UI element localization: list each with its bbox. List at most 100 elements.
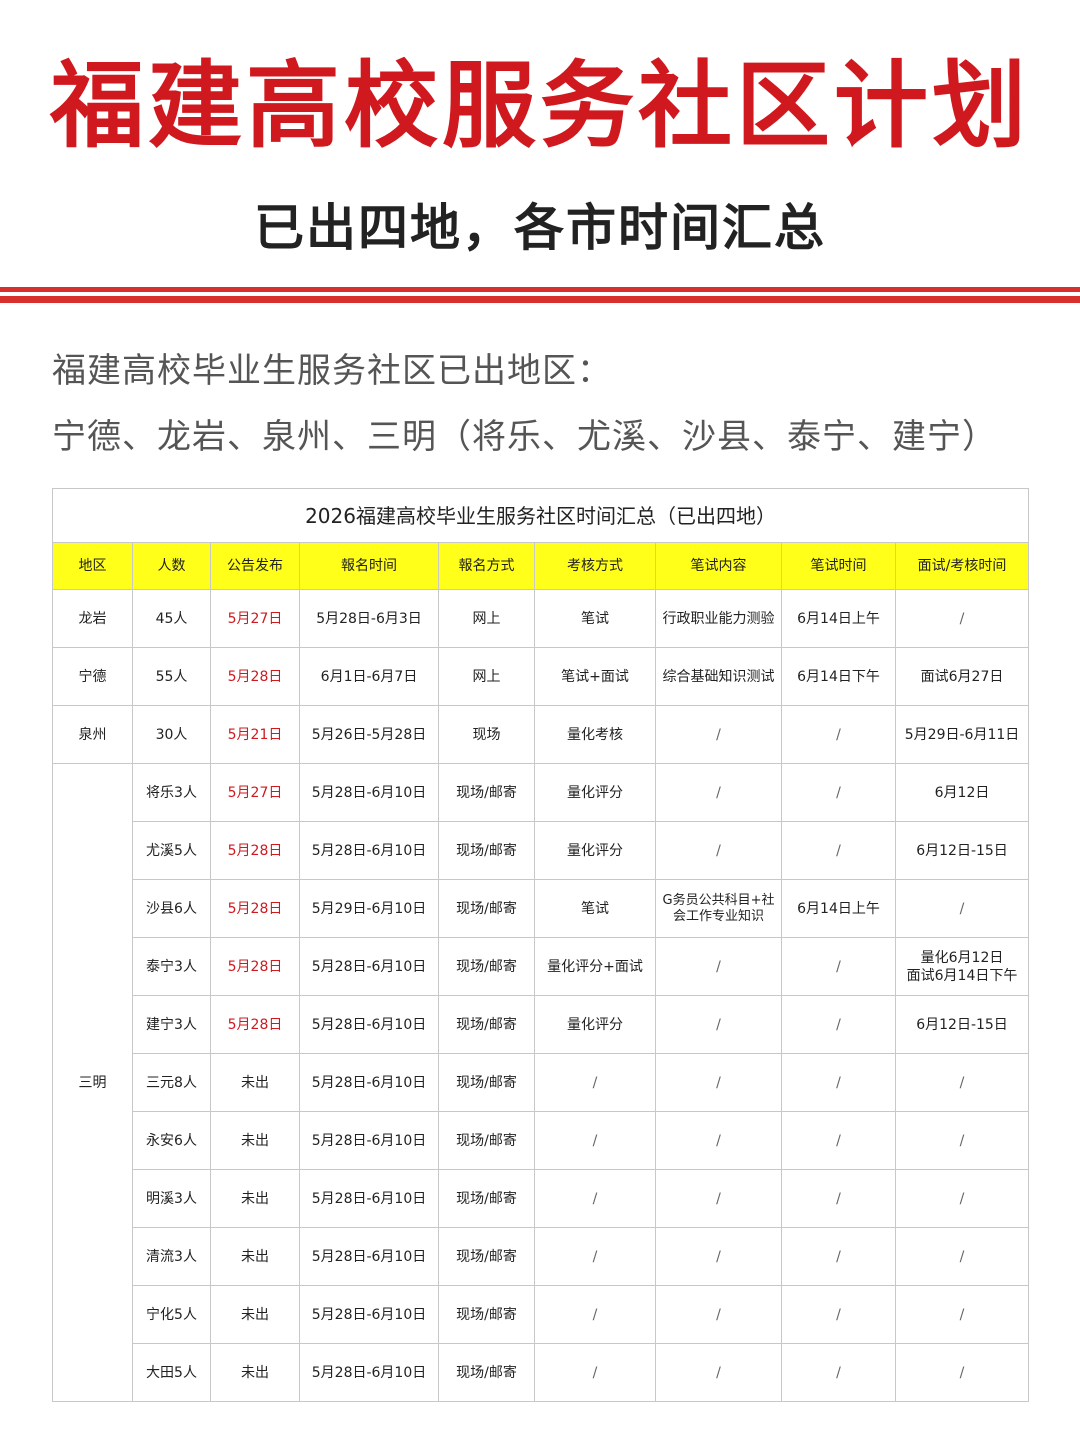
table-cell: / — [894, 589, 1030, 648]
table-cell: 现场 — [438, 705, 535, 764]
summary-table: 2026福建高校毕业生服务社区时间汇总（已出四地） 地区 人数 公告发布 報名时间 報名… — [51, 488, 1030, 1402]
table-cell: / — [655, 1285, 782, 1344]
table-cell: 笔试 — [534, 879, 656, 938]
table-cell: 明溪3人 — [132, 1169, 211, 1228]
table-cell: / — [894, 1169, 1030, 1228]
table-cell: / — [781, 1053, 896, 1112]
table-cell: / — [655, 763, 782, 822]
table-cell: / — [781, 705, 896, 764]
table-cell: 未出 — [210, 1169, 300, 1228]
table-cell: 5月27日 — [210, 589, 300, 648]
column-header: 公告发布 — [210, 542, 300, 590]
table-cell: 面试6月27日 — [894, 647, 1030, 706]
table-cell: 5月28日 — [210, 879, 300, 938]
table-cell: 尤溪5人 — [132, 821, 211, 880]
intro-regions: 宁德、龙岩、泉州、三明（将乐、尤溪、沙县、泰宁、建宁） — [52, 417, 997, 457]
table-cell: / — [655, 705, 782, 764]
table-cell: 综合基础知识测试 — [655, 647, 782, 706]
table-cell: 永安6人 — [132, 1111, 211, 1170]
table-cell: 量化6月12日 面试6月14日下午 — [894, 937, 1030, 996]
table-cell: 大田5人 — [132, 1343, 211, 1402]
table-cell: / — [781, 1343, 896, 1402]
table-cell: 沙县6人 — [132, 879, 211, 938]
table-cell: 未出 — [210, 1343, 300, 1402]
table-cell: / — [655, 995, 782, 1054]
table-cell: 5月28日 — [210, 995, 300, 1054]
table-cell: 未出 — [210, 1227, 300, 1286]
table-cell: 清流3人 — [132, 1227, 211, 1286]
table-cell: 量化评分+面试 — [534, 937, 656, 996]
table-cell: / — [894, 1227, 1030, 1286]
page-subtitle: 已出四地，各市时间汇总 — [254, 199, 826, 257]
table-cell: 笔试+面试 — [534, 647, 656, 706]
region-cell: 龙岩 — [52, 589, 133, 648]
table-cell: 现场/邮寄 — [438, 1285, 535, 1344]
table-cell: / — [655, 1227, 782, 1286]
table-cell: G务员公共科目+社会工作专业知识 — [655, 879, 782, 938]
table-cell: / — [781, 937, 896, 996]
table-cell: 6月14日上午 — [781, 879, 896, 938]
table-cell: 5月28日-6月10日 — [299, 821, 439, 880]
table-cell: / — [655, 821, 782, 880]
page-title: 福建高校服务社区计划 — [49, 52, 1030, 161]
table-cell: 笔试 — [534, 589, 656, 648]
table-cell: / — [655, 1343, 782, 1402]
table-cell: / — [534, 1227, 656, 1286]
column-header: 報名方式 — [438, 542, 535, 590]
table-cell: 行政职业能力测验 — [655, 589, 782, 648]
intro-heading: 福建高校毕业生服务社区已出地区： — [52, 351, 612, 391]
table-cell: / — [655, 1111, 782, 1170]
table-cell: 量化考核 — [534, 705, 656, 764]
table-cell: / — [781, 821, 896, 880]
table-cell: 5月28日-6月10日 — [299, 1343, 439, 1402]
table-cell: 网上 — [438, 589, 535, 648]
table-cell: / — [781, 1111, 896, 1170]
table-cell: 6月12日-15日 — [894, 821, 1030, 880]
table-row: 清流3人 未出 5月28日-6月10日 现场/邮寄 / / / / — [53, 1227, 1030, 1286]
divider-stripe — [0, 287, 1080, 292]
table-cell: / — [534, 1169, 656, 1228]
table-cell: 三元8人 — [132, 1053, 211, 1112]
table-cell: 5月28日-6月10日 — [299, 1227, 439, 1286]
table-row: 尤溪5人 5月28日 5月28日-6月10日 现场/邮寄 量化评分 //6月12日-15日 — [53, 821, 1030, 880]
table-cell: 泰宁3人 — [132, 937, 211, 996]
table-row: 建宁3人 5月28日 5月28日-6月10日 现场/邮寄 量化评分 //6月12日-15日 — [53, 995, 1030, 1054]
table-cell: / — [894, 1343, 1030, 1402]
table-cell: 现场/邮寄 — [438, 1343, 535, 1402]
table-cell: / — [894, 1111, 1030, 1170]
table-cell: / — [781, 763, 896, 822]
table-cell: / — [894, 1053, 1030, 1112]
table-cell: 现场/邮寄 — [438, 1111, 535, 1170]
table-cell: / — [894, 1285, 1030, 1344]
table-row: 大田5人 未出 5月28日-6月10日 现场/邮寄 / / / / — [53, 1343, 1030, 1402]
table-cell: 未出 — [210, 1285, 300, 1344]
table-cell: 6月1日-6月7日 — [299, 647, 439, 706]
table-row: 泉州 30人 5月21日 5月26日-5月28日 现场 量化考核 //5月29日-6月11日 — [52, 705, 1030, 764]
table-cell: 6月12日 — [894, 763, 1030, 822]
table-cell: 网上 — [438, 647, 535, 706]
divider-stripe — [0, 296, 1080, 303]
table-cell: 现场/邮寄 — [438, 995, 535, 1054]
table-cell: 现场/邮寄 — [438, 763, 535, 822]
column-header: 笔试时间 — [781, 542, 896, 590]
table-cell: 现场/邮寄 — [438, 1169, 535, 1228]
table-cell: / — [894, 879, 1030, 938]
table-row: 三元8人 未出 5月28日-6月10日 现场/邮寄 / / / / — [53, 1053, 1030, 1112]
table-row: 宁化5人 未出 5月28日-6月10日 现场/邮寄 / / / / — [53, 1285, 1030, 1344]
column-header: 人数 — [132, 542, 211, 590]
table-cell: 5月28日 — [210, 937, 300, 996]
region-cell: 泉州 — [52, 705, 133, 764]
column-header: 笔试内容 — [655, 542, 782, 590]
table-cell: 将乐3人 — [132, 763, 211, 822]
table-cell: 5月28日 — [210, 821, 300, 880]
table-cell: 5月28日-6月10日 — [299, 1053, 439, 1112]
region-cell: 三明 — [52, 763, 133, 1402]
table-cell: 55人 — [132, 647, 211, 706]
table-cell: / — [781, 995, 896, 1054]
table-cell: / — [781, 1285, 896, 1344]
table-cell: 未出 — [210, 1053, 300, 1112]
table-cell: 5月28日-6月10日 — [299, 763, 439, 822]
table-cell: / — [534, 1343, 656, 1402]
table-cell: / — [534, 1053, 656, 1112]
table-cell: 5月29日-6月11日 — [894, 705, 1030, 764]
